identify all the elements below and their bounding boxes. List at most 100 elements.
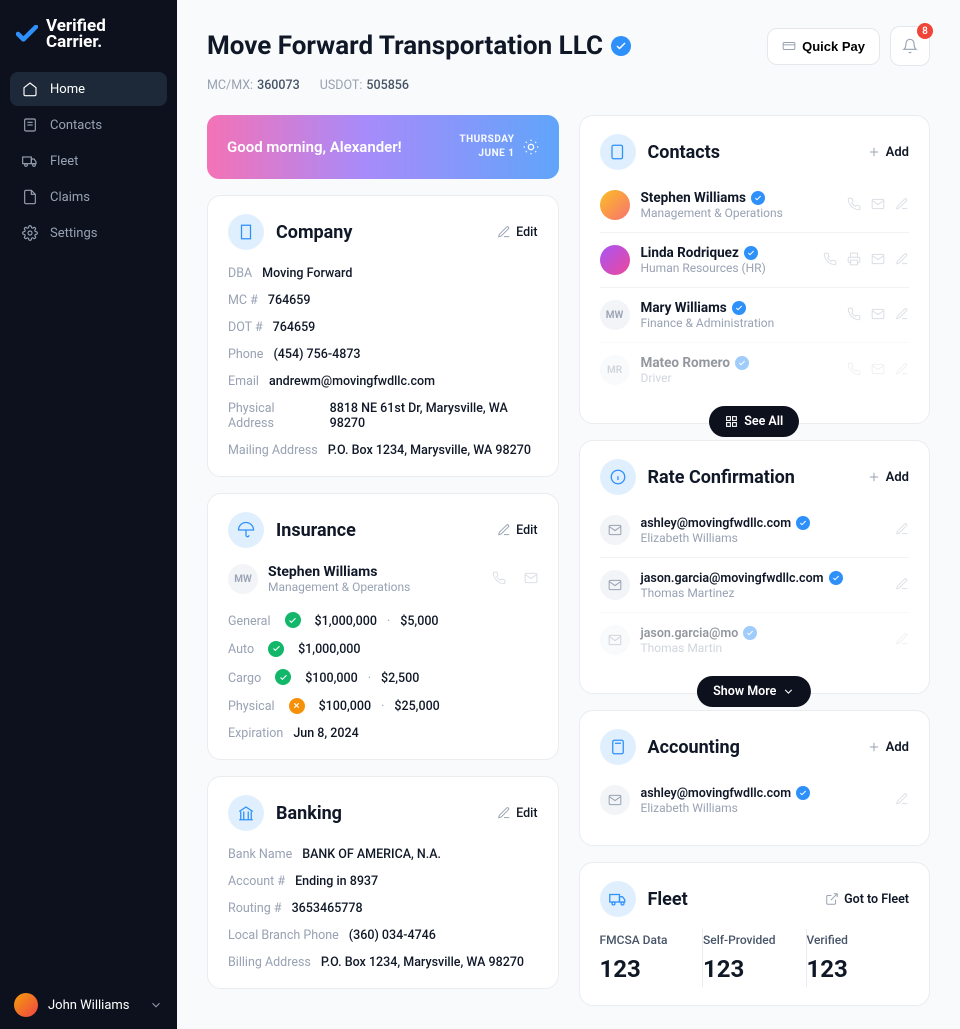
phone-icon xyxy=(492,571,506,585)
rate-confirmation-card: Rate Confirmation Add ashley@movingfwdll… xyxy=(579,440,931,694)
edit-banking-button[interactable]: Edit xyxy=(497,806,537,821)
umbrella-icon xyxy=(228,512,264,548)
user-name: John Williams xyxy=(48,998,139,1013)
avatar: MW xyxy=(228,564,258,594)
edit-button[interactable] xyxy=(895,251,909,270)
fleet-stat: Verified123 xyxy=(807,929,910,987)
company-field: DBAMoving Forward xyxy=(228,266,538,281)
rate-row[interactable]: jason.garcia@movingfwdllc.com Thomas Mar… xyxy=(600,557,910,612)
card-title: Accounting xyxy=(648,737,855,758)
accounting-card: Accounting Add ashley@movingfwdllc.com E… xyxy=(579,710,931,846)
card-title: Contacts xyxy=(648,142,855,163)
contact-row[interactable]: MWMary Williams Finance & Administration xyxy=(600,287,910,342)
phone-button[interactable] xyxy=(847,196,861,215)
email-button[interactable] xyxy=(871,196,885,215)
banking-field: Bank NameBANK OF AMERICA, N.A. xyxy=(228,847,538,862)
add-rate-button[interactable]: Add xyxy=(867,470,909,485)
card-title: Rate Confirmation xyxy=(648,467,855,488)
phone-button[interactable] xyxy=(823,251,837,270)
card-title: Fleet xyxy=(648,889,814,910)
status-ok-icon xyxy=(285,612,301,628)
rate-email: ashley@movingfwdllc.com xyxy=(641,516,885,531)
contact-row[interactable]: MRMateo Romero Driver xyxy=(600,342,910,397)
company-field: DOT #764659 xyxy=(228,320,538,335)
rate-row[interactable]: ashley@movingfwdllc.com Elizabeth Willia… xyxy=(600,503,910,557)
nav-claims[interactable]: Claims xyxy=(10,180,167,214)
email-button[interactable] xyxy=(871,306,885,325)
accounting-row[interactable]: ashley@movingfwdllc.com Elizabeth Willia… xyxy=(600,773,910,827)
email-button[interactable] xyxy=(871,251,885,270)
truck-icon xyxy=(22,153,38,169)
rate-name: Elizabeth Williams xyxy=(641,531,885,545)
edit-button[interactable] xyxy=(895,196,909,215)
usdot-id: USDOT:505856 xyxy=(320,78,409,93)
phone-button[interactable] xyxy=(492,570,506,589)
company-field: Physical Address8818 NE 61st Dr, Marysvi… xyxy=(228,401,538,431)
nav-home[interactable]: Home xyxy=(10,72,167,106)
phone-button[interactable] xyxy=(847,361,861,380)
edit-button[interactable] xyxy=(895,361,909,380)
verified-icon xyxy=(796,786,810,800)
edit-button[interactable] xyxy=(895,791,909,810)
see-all-button[interactable]: See All xyxy=(709,406,799,437)
edit-button[interactable] xyxy=(895,521,909,540)
verified-icon xyxy=(743,626,757,640)
bank-icon xyxy=(228,795,264,831)
nav-label: Claims xyxy=(50,190,90,205)
mc-id: MC/MX:360073 xyxy=(207,78,300,93)
insurance-agent: MW Stephen Williams Management & Operati… xyxy=(228,564,538,594)
insurance-row: ExpirationJun 8, 2024 xyxy=(228,726,538,741)
card-title: Banking xyxy=(276,803,485,824)
show-more-button[interactable]: Show More xyxy=(697,676,811,707)
card-title: Company xyxy=(276,222,485,243)
contacts-icon xyxy=(22,117,38,133)
nav-settings[interactable]: Settings xyxy=(10,216,167,250)
edit-company-button[interactable]: Edit xyxy=(497,225,537,240)
add-accounting-button[interactable]: Add xyxy=(867,740,909,755)
print-button[interactable] xyxy=(847,251,861,270)
edit-insurance-button[interactable]: Edit xyxy=(497,523,537,538)
banking-field: Routing #3653465778 xyxy=(228,901,538,916)
chevron-down-icon xyxy=(782,685,795,698)
status-ok-icon xyxy=(275,669,291,685)
contact-row[interactable]: Stephen Williams Management & Operations xyxy=(600,178,910,232)
pencil-icon xyxy=(497,225,511,239)
plus-icon xyxy=(867,145,881,159)
grid-icon xyxy=(725,415,738,428)
plus-icon xyxy=(867,740,881,754)
email-button[interactable] xyxy=(524,570,538,589)
verified-icon xyxy=(744,246,758,260)
greeting-banner: Good morning, Alexander! THURSDAYJUNE 1 xyxy=(207,115,559,179)
mail-icon xyxy=(524,571,538,585)
rate-row[interactable]: jason.garcia@mo Thomas Martin xyxy=(600,612,910,667)
company-field: Mailing AddressP.O. Box 1234, Marysville… xyxy=(228,443,538,458)
quick-pay-button[interactable]: Quick Pay xyxy=(767,28,880,65)
edit-button[interactable] xyxy=(895,306,909,325)
bell-icon xyxy=(902,38,918,54)
logo[interactable]: VerifiedCarrier. xyxy=(0,0,177,68)
nav-fleet[interactable]: Fleet xyxy=(10,144,167,178)
verified-icon xyxy=(732,301,746,315)
banking-field: Billing AddressP.O. Box 1234, Marysville… xyxy=(228,955,538,970)
edit-button[interactable] xyxy=(895,631,909,650)
contact-row[interactable]: Linda Rodriquez Human Resources (HR) xyxy=(600,232,910,287)
phone-button[interactable] xyxy=(847,306,861,325)
email-button[interactable] xyxy=(871,361,885,380)
contact-name: Mary Williams xyxy=(641,300,837,316)
add-contact-button[interactable]: Add xyxy=(867,145,909,160)
calculator-icon xyxy=(600,729,636,765)
company-field: Phone(454) 756-4873 xyxy=(228,347,538,362)
user-menu[interactable]: John Williams xyxy=(0,981,177,1029)
mail-avatar xyxy=(600,570,630,600)
nav-label: Settings xyxy=(50,226,97,241)
edit-button[interactable] xyxy=(895,576,909,595)
contact-role: Human Resources (HR) xyxy=(641,261,813,275)
notifications-button[interactable]: 8 xyxy=(890,26,930,66)
page-title: Move Forward Transportation LLC xyxy=(207,31,757,61)
banking-field: Account #Ending in 8937 xyxy=(228,874,538,889)
go-to-fleet-button[interactable]: Got to Fleet xyxy=(825,892,909,907)
banking-field: Local Branch Phone(360) 034-4746 xyxy=(228,928,538,943)
nav-label: Contacts xyxy=(50,118,102,133)
avatar xyxy=(600,245,630,275)
nav-contacts[interactable]: Contacts xyxy=(10,108,167,142)
